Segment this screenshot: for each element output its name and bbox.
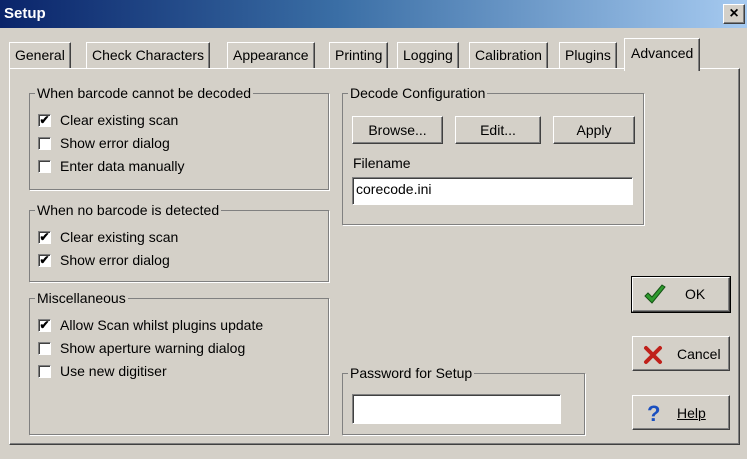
tab-label: Appearance	[233, 47, 309, 63]
checkbox-label: Clear existing scan	[60, 112, 179, 128]
password-field[interactable]	[352, 394, 561, 424]
checkbox[interactable]: ✔	[38, 231, 51, 244]
tab-label: Printing	[335, 47, 383, 63]
group-legend: Decode Configuration	[350, 85, 486, 101]
browse-button[interactable]: Browse...	[352, 116, 443, 144]
close-button[interactable]: ×	[723, 4, 745, 24]
checkbox[interactable]	[38, 365, 51, 378]
x-cross-icon	[643, 345, 663, 368]
tab-label: Calibration	[475, 47, 542, 63]
checkbox-label: Use new digitiser	[60, 363, 167, 379]
button-label: OK	[685, 286, 706, 302]
cancel-button[interactable]: Cancel	[632, 336, 730, 371]
tab-logging[interactable]: Logging	[397, 42, 459, 68]
filename-label: Filename	[353, 155, 411, 171]
group-legend: When no barcode is detected	[37, 202, 220, 218]
checkbox[interactable]: ✔	[38, 114, 51, 127]
tab-check-characters[interactable]: Check Characters	[86, 42, 211, 68]
group-password: Password for Setup	[342, 366, 585, 435]
tab-label: Logging	[403, 47, 453, 63]
title-bar: Setup ×	[0, 0, 747, 28]
tab-appearance[interactable]: Appearance	[227, 42, 315, 68]
checkbox-label: Show aperture warning dialog	[60, 340, 246, 356]
checkbox-label: Allow Scan whilst plugins update	[60, 317, 264, 333]
checkbox[interactable]: ✔	[38, 254, 51, 267]
window-title: Setup	[4, 5, 46, 22]
filename-field[interactable]: corecode.ini	[352, 177, 633, 205]
ok-button[interactable]: OK	[631, 276, 731, 313]
checkbox[interactable]	[38, 342, 51, 355]
button-label: Edit...	[480, 122, 516, 138]
checkbox[interactable]: ✔	[38, 319, 51, 332]
edit-button[interactable]: Edit...	[455, 116, 541, 144]
close-icon: ×	[729, 5, 739, 22]
tab-general[interactable]: General	[9, 42, 71, 68]
question-mark-icon: ?	[647, 401, 661, 426]
group-legend: Miscellaneous	[37, 290, 126, 306]
help-button[interactable]: ? Help	[632, 395, 730, 430]
tab-label: Check Characters	[92, 47, 205, 63]
group-not-decoded: When barcode cannot be decoded ✔ Clear e…	[29, 86, 329, 190]
checkmark-icon	[643, 284, 667, 309]
button-label: Apply	[576, 122, 612, 138]
tab-label: Plugins	[565, 47, 611, 63]
button-label: Browse...	[368, 122, 427, 138]
apply-button[interactable]: Apply	[553, 116, 635, 144]
checkbox[interactable]	[38, 137, 51, 150]
tab-label: General	[15, 47, 65, 63]
group-legend: When barcode cannot be decoded	[37, 85, 252, 101]
checkbox[interactable]	[38, 160, 51, 173]
group-not-detected: When no barcode is detected ✔ Clear exis…	[29, 203, 329, 282]
tab-printing[interactable]: Printing	[329, 42, 389, 68]
checkbox-label: Show error dialog	[60, 252, 170, 268]
group-legend: Password for Setup	[350, 365, 473, 381]
group-decode-configuration: Decode Configuration Browse... Edit... A…	[342, 86, 644, 225]
checkbox-label: Enter data manually	[60, 158, 185, 174]
button-label: Cancel	[677, 346, 721, 362]
tab-label: Advanced	[631, 45, 694, 61]
tab-plugins[interactable]: Plugins	[559, 42, 617, 68]
group-miscellaneous: Miscellaneous ✔ Allow Scan whilst plugin…	[29, 291, 329, 435]
checkbox-label: Clear existing scan	[60, 229, 179, 245]
tab-panel-advanced: When barcode cannot be decoded ✔ Clear e…	[9, 68, 740, 445]
tab-advanced[interactable]: Advanced	[624, 38, 701, 71]
checkbox-label: Show error dialog	[60, 135, 170, 151]
button-label: Help	[677, 405, 706, 421]
tab-calibration[interactable]: Calibration	[469, 42, 548, 68]
